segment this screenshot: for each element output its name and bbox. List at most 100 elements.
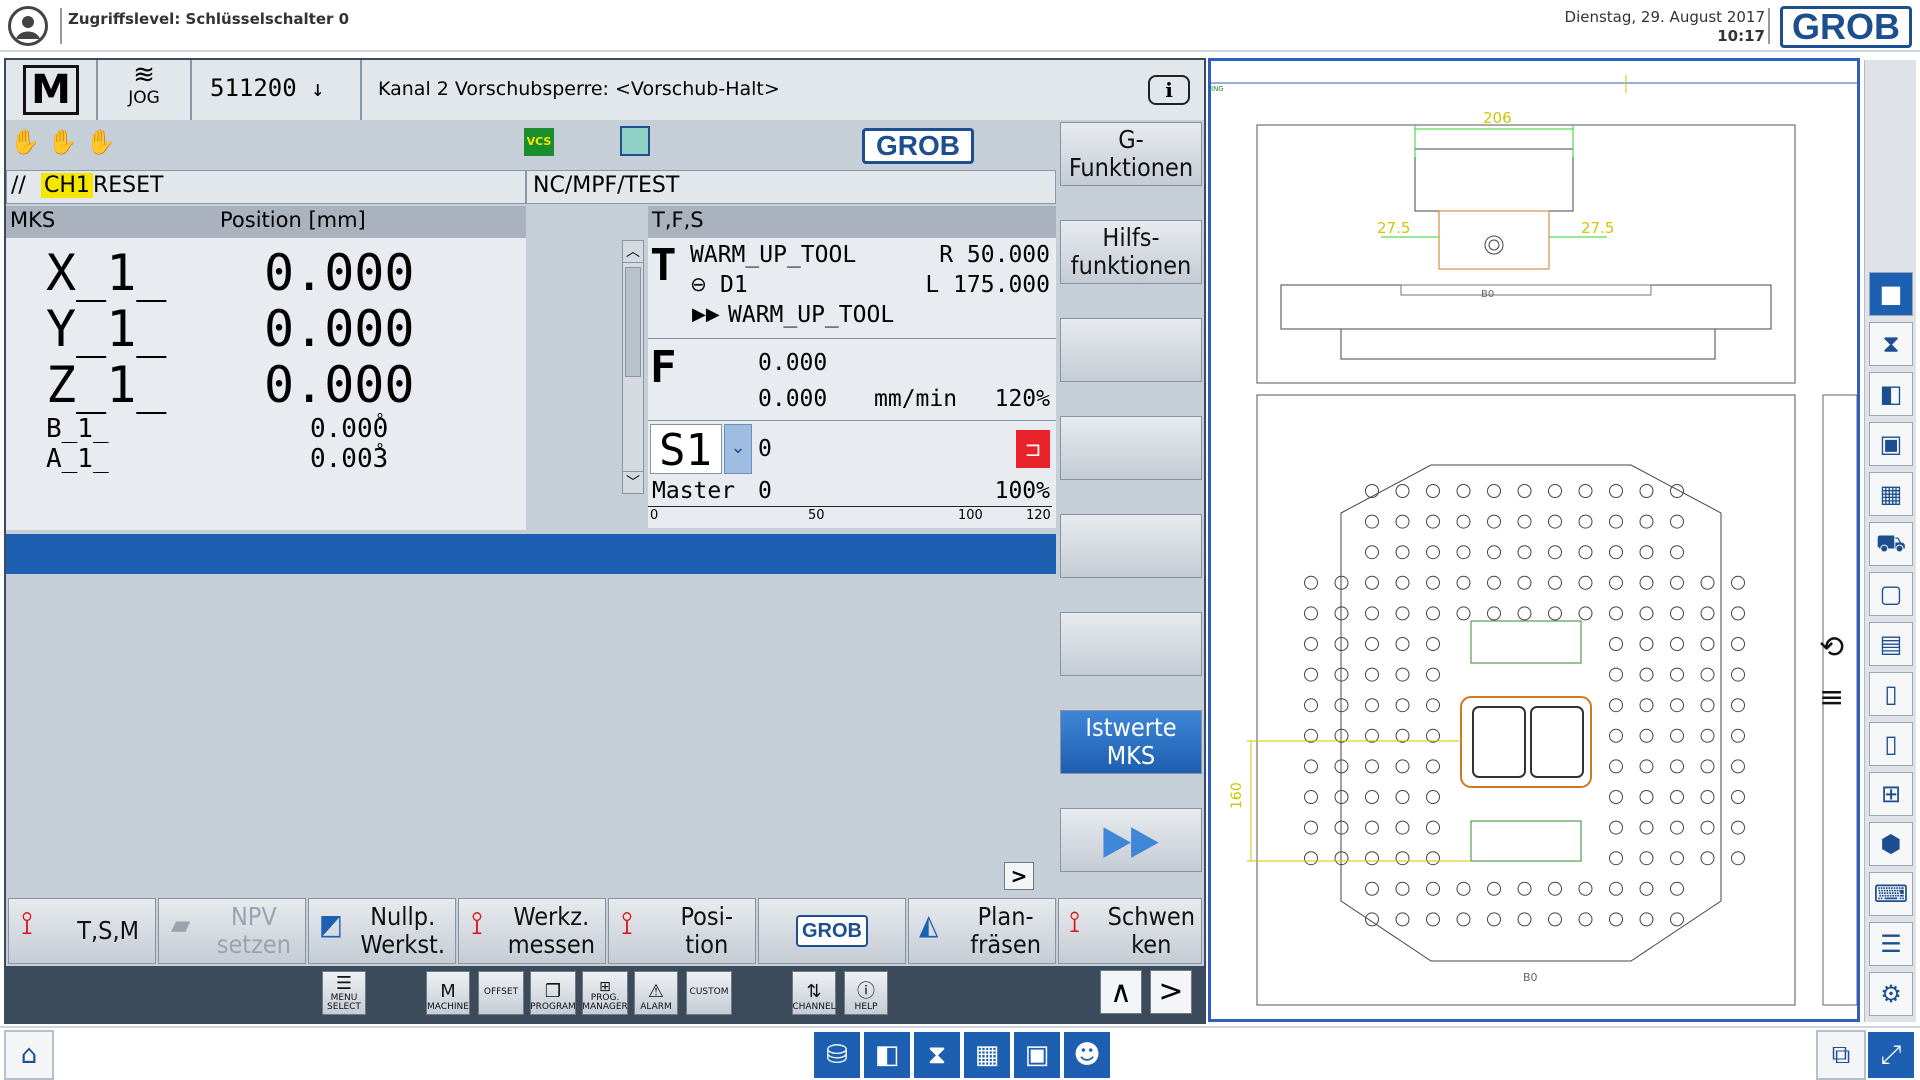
monitor-chart-icon[interactable]: ▣: [1012, 1030, 1062, 1080]
softkey-empty[interactable]: [1060, 514, 1202, 578]
fixture-hole: [1639, 881, 1654, 896]
softkey-empty[interactable]: [1060, 612, 1202, 676]
next-page-button[interactable]: >: [1004, 862, 1034, 890]
window-switch-icon[interactable]: ⧉: [1816, 1030, 1866, 1080]
tool-length: L 175.000: [925, 272, 1050, 298]
master-value: 0: [758, 478, 772, 504]
fixture-hole: [1670, 606, 1684, 621]
scale-tick: 120: [1026, 508, 1051, 523]
fixture-hole: [1731, 575, 1745, 590]
softkey-npv-set[interactable]: ▰ NPV setzen: [158, 898, 306, 964]
hourglass-icon[interactable]: ⧗: [912, 1030, 962, 1080]
help-key[interactable]: ⓘ HELP: [844, 971, 888, 1015]
grob-logo: GROB: [796, 915, 868, 947]
scroll-down-icon[interactable]: ﹀: [623, 471, 643, 493]
cube-icon[interactable]: ◧: [1869, 372, 1913, 416]
softkey-label: T,S,M: [77, 916, 139, 945]
spindle-select[interactable]: S1: [650, 424, 722, 476]
softkey-label: Hilfs- funktionen: [1070, 223, 1192, 280]
fixture-hole: [1700, 575, 1715, 590]
master-label: Master: [652, 478, 736, 504]
fixture-hole: [1731, 820, 1745, 835]
program-key[interactable]: ❐ PROGRAM: [530, 971, 576, 1015]
fixture-hole: [1670, 545, 1684, 560]
fixture-hole: [1548, 484, 1562, 498]
chevron-down-icon[interactable]: ⌄: [724, 424, 752, 474]
scrollbar-thumb[interactable]: [625, 267, 641, 377]
machine-key[interactable]: M MACHINE: [426, 971, 470, 1015]
softkey-zero-point-workpiece[interactable]: ◩ Nullp. Werkst.: [308, 898, 456, 964]
grob-logo: GROB: [1780, 6, 1912, 48]
zero-point-icon: ◩: [319, 908, 343, 941]
cart-icon[interactable]: ⛟: [1869, 522, 1913, 566]
double-arrow-icon: ▶▶: [1103, 817, 1159, 863]
fixture-hole: [1304, 637, 1318, 651]
softkey-empty[interactable]: [1060, 416, 1202, 480]
cube-icon[interactable]: ◧: [862, 1030, 912, 1080]
list-icon[interactable]: ☰: [1869, 922, 1913, 966]
video-camera-icon[interactable]: ■: [1869, 272, 1913, 316]
softkey-aux-functions[interactable]: Hilfs- funktionen: [1060, 220, 1202, 284]
keyboard-icon[interactable]: ⌨: [1869, 872, 1913, 916]
pdf-icon[interactable]: ▯: [1869, 672, 1913, 716]
axis-value: 0.000: [264, 244, 415, 302]
softkey-position[interactable]: ⟟ Posi- tion: [608, 898, 756, 964]
alarm-key[interactable]: ⚠ ALARM: [634, 971, 678, 1015]
network-icon[interactable]: ⛁: [812, 1030, 862, 1080]
calendar-clock-icon[interactable]: ▦: [962, 1030, 1012, 1080]
home-icon[interactable]: ⌂: [4, 1030, 54, 1080]
tool-radius: R 50.000: [939, 242, 1050, 268]
softkey-grob[interactable]: GROB: [758, 898, 906, 964]
zoom-icons: ⟲: [1819, 630, 1844, 665]
position-scrollbar[interactable]: ︿ ﹀: [622, 240, 644, 494]
fullscreen-icon[interactable]: ⤢: [1866, 1030, 1916, 1080]
softkey-swivel[interactable]: ⟟ Schwen ken: [1058, 898, 1202, 964]
fixture-hole: [1517, 514, 1532, 529]
softkey-g-functions[interactable]: G- Funktionen: [1060, 122, 1202, 186]
key-label: MENU SELECT: [327, 993, 361, 1012]
fixture-hole: [1609, 545, 1623, 560]
feed-actual: 0.000: [758, 386, 828, 412]
program-manager-key[interactable]: ⊞ PROG. MANAGER: [582, 971, 628, 1015]
jog-mode-indicator[interactable]: ≋ JOG: [98, 60, 192, 120]
calculator-icon[interactable]: ▤: [1869, 622, 1913, 666]
softkey-label: Schwen ken: [1107, 902, 1195, 959]
monitor-chart-icon[interactable]: ▣: [1869, 422, 1913, 466]
up-arrow-key[interactable]: ∧: [1100, 970, 1142, 1014]
custom-key[interactable]: CUSTOM: [686, 971, 732, 1015]
softkey-measure-tool[interactable]: ⟟ Werkz. messen: [458, 898, 606, 964]
offset-key[interactable]: OFFSET: [478, 971, 524, 1015]
fixture-hole: [1487, 484, 1501, 498]
fixture-hole: [1700, 851, 1715, 866]
softkey-actual-values-mks[interactable]: Istwerte MKS: [1060, 710, 1202, 774]
users-icon[interactable]: ☻: [1062, 1030, 1112, 1080]
user-avatar-icon[interactable]: [8, 6, 48, 46]
scroll-up-icon[interactable]: ︿: [623, 241, 643, 263]
machine-mode-button[interactable]: M: [6, 60, 98, 120]
workpiece-icon: ▰: [171, 908, 191, 941]
document-icon[interactable]: ▯: [1869, 722, 1913, 766]
program-number-field[interactable]: 511200 ↓: [192, 60, 362, 120]
hourglass-icon[interactable]: ⧗: [1869, 322, 1913, 366]
softkey-empty[interactable]: [1060, 318, 1202, 382]
feed-override: 120%: [994, 386, 1050, 412]
softkey-face-milling[interactable]: ◭ Plan- fräsen: [908, 898, 1056, 964]
box-icon[interactable]: ⬢: [1869, 822, 1913, 866]
info-button[interactable]: i: [1134, 60, 1204, 120]
map-icon[interactable]: ⊞: [1869, 772, 1913, 816]
gear-icon[interactable]: ⚙: [1869, 972, 1913, 1016]
note-icon[interactable]: ▢: [1869, 572, 1913, 616]
calendar-clock-icon[interactable]: ▦: [1869, 472, 1913, 516]
softkey-tsm[interactable]: ⟟ T,S,M: [8, 898, 156, 964]
tool-name[interactable]: WARM_UP_TOOL: [690, 242, 856, 268]
softkey-fast-forward[interactable]: ▶▶: [1060, 808, 1202, 872]
safety-icon: [620, 126, 650, 156]
fixture-hole: [1548, 912, 1562, 927]
channel-label[interactable]: CH1: [41, 173, 93, 198]
fixture-hole: [1395, 881, 1410, 896]
fixture-hole: [1609, 820, 1623, 835]
right-arrow-key[interactable]: >: [1150, 970, 1192, 1014]
menu-select-key[interactable]: ☰ MENU SELECT: [322, 971, 366, 1015]
cutting-edge-icon: ⊖: [690, 272, 707, 296]
channel-key[interactable]: ⇅ CHANNEL: [792, 971, 836, 1015]
